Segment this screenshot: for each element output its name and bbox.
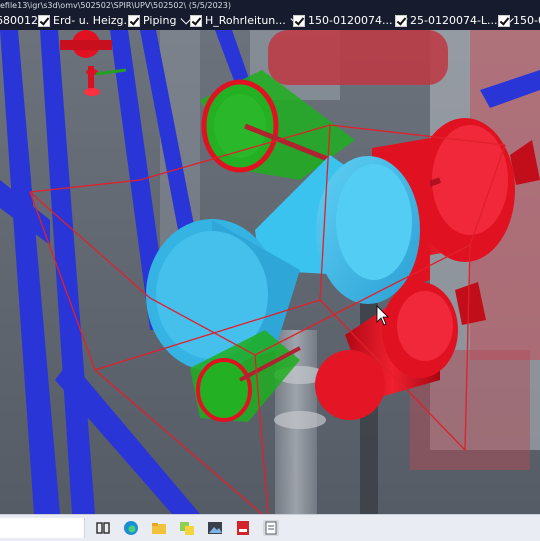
checkbox-checked-icon[interactable]: [128, 14, 140, 27]
filter-chip-label: 150-0: [513, 14, 540, 27]
file-explorer-icon[interactable]: [151, 520, 167, 536]
filter-chip-row: 680012 Erd- u. Heizg... Piping H_Rohrlei…: [0, 13, 540, 28]
photos-icon[interactable]: [207, 520, 223, 536]
3d-scene[interactable]: [0, 30, 540, 514]
pipe-flange: [274, 411, 326, 429]
green-flange: [196, 358, 252, 422]
edge-browser-icon[interactable]: [123, 520, 139, 536]
filter-chip-680012[interactable]: 680012: [0, 13, 38, 28]
file-path-label: efile13\igr\s3d\omv\502502\SPIR\UPV\5025…: [0, 1, 231, 10]
filter-chip-25-0120074[interactable]: 25-0120074-L...: [395, 13, 514, 28]
green-flange-face: [214, 94, 266, 158]
document-viewer-icon[interactable]: [263, 520, 279, 536]
valve-disc-face: [397, 291, 453, 361]
filter-chip-rohrleitung[interactable]: H_Rohrleitun...: [190, 13, 302, 28]
pdf-reader-icon[interactable]: [235, 520, 251, 536]
valve-cap: [84, 88, 100, 96]
reducer-flange-face: [336, 164, 412, 280]
valve-stem: [88, 66, 94, 90]
task-view-icon[interactable]: [95, 520, 111, 536]
filter-chip-label: 150-0120074...: [308, 14, 393, 27]
checkbox-checked-icon[interactable]: [498, 14, 510, 27]
filter-chip-erd-heizg[interactable]: Erd- u. Heizg...: [38, 13, 134, 28]
filter-chip-label: Piping: [143, 14, 177, 27]
filter-chip-label: H_Rohrleitun...: [205, 14, 286, 27]
pipe-elbow: [268, 30, 448, 85]
taskbar-search-box[interactable]: [0, 518, 85, 538]
3d-model-viewport[interactable]: [0, 30, 540, 514]
filter-chip-150-0[interactable]: 150-0: [498, 13, 540, 28]
filter-chip-label: Erd- u. Heizg...: [53, 14, 135, 27]
checkbox-checked-icon[interactable]: [190, 14, 202, 27]
checkbox-checked-icon[interactable]: [293, 14, 305, 27]
checkbox-checked-icon[interactable]: [38, 14, 50, 27]
filter-toolbar: efile13\igr\s3d\omv\502502\SPIR\UPV\5025…: [0, 0, 540, 30]
filter-chip-label: 680012: [0, 14, 38, 27]
checkbox-checked-icon[interactable]: [395, 14, 407, 27]
filter-chip-label: 25-0120074-L...: [410, 14, 498, 27]
filter-chip-piping[interactable]: Piping: [128, 13, 193, 28]
taskbar: [0, 514, 540, 541]
filter-chip-150-0120074[interactable]: 150-0120074...: [293, 13, 409, 28]
valve-disc: [315, 350, 385, 420]
valve-body: [60, 40, 112, 50]
sticky-notes-icon[interactable]: [179, 520, 195, 536]
